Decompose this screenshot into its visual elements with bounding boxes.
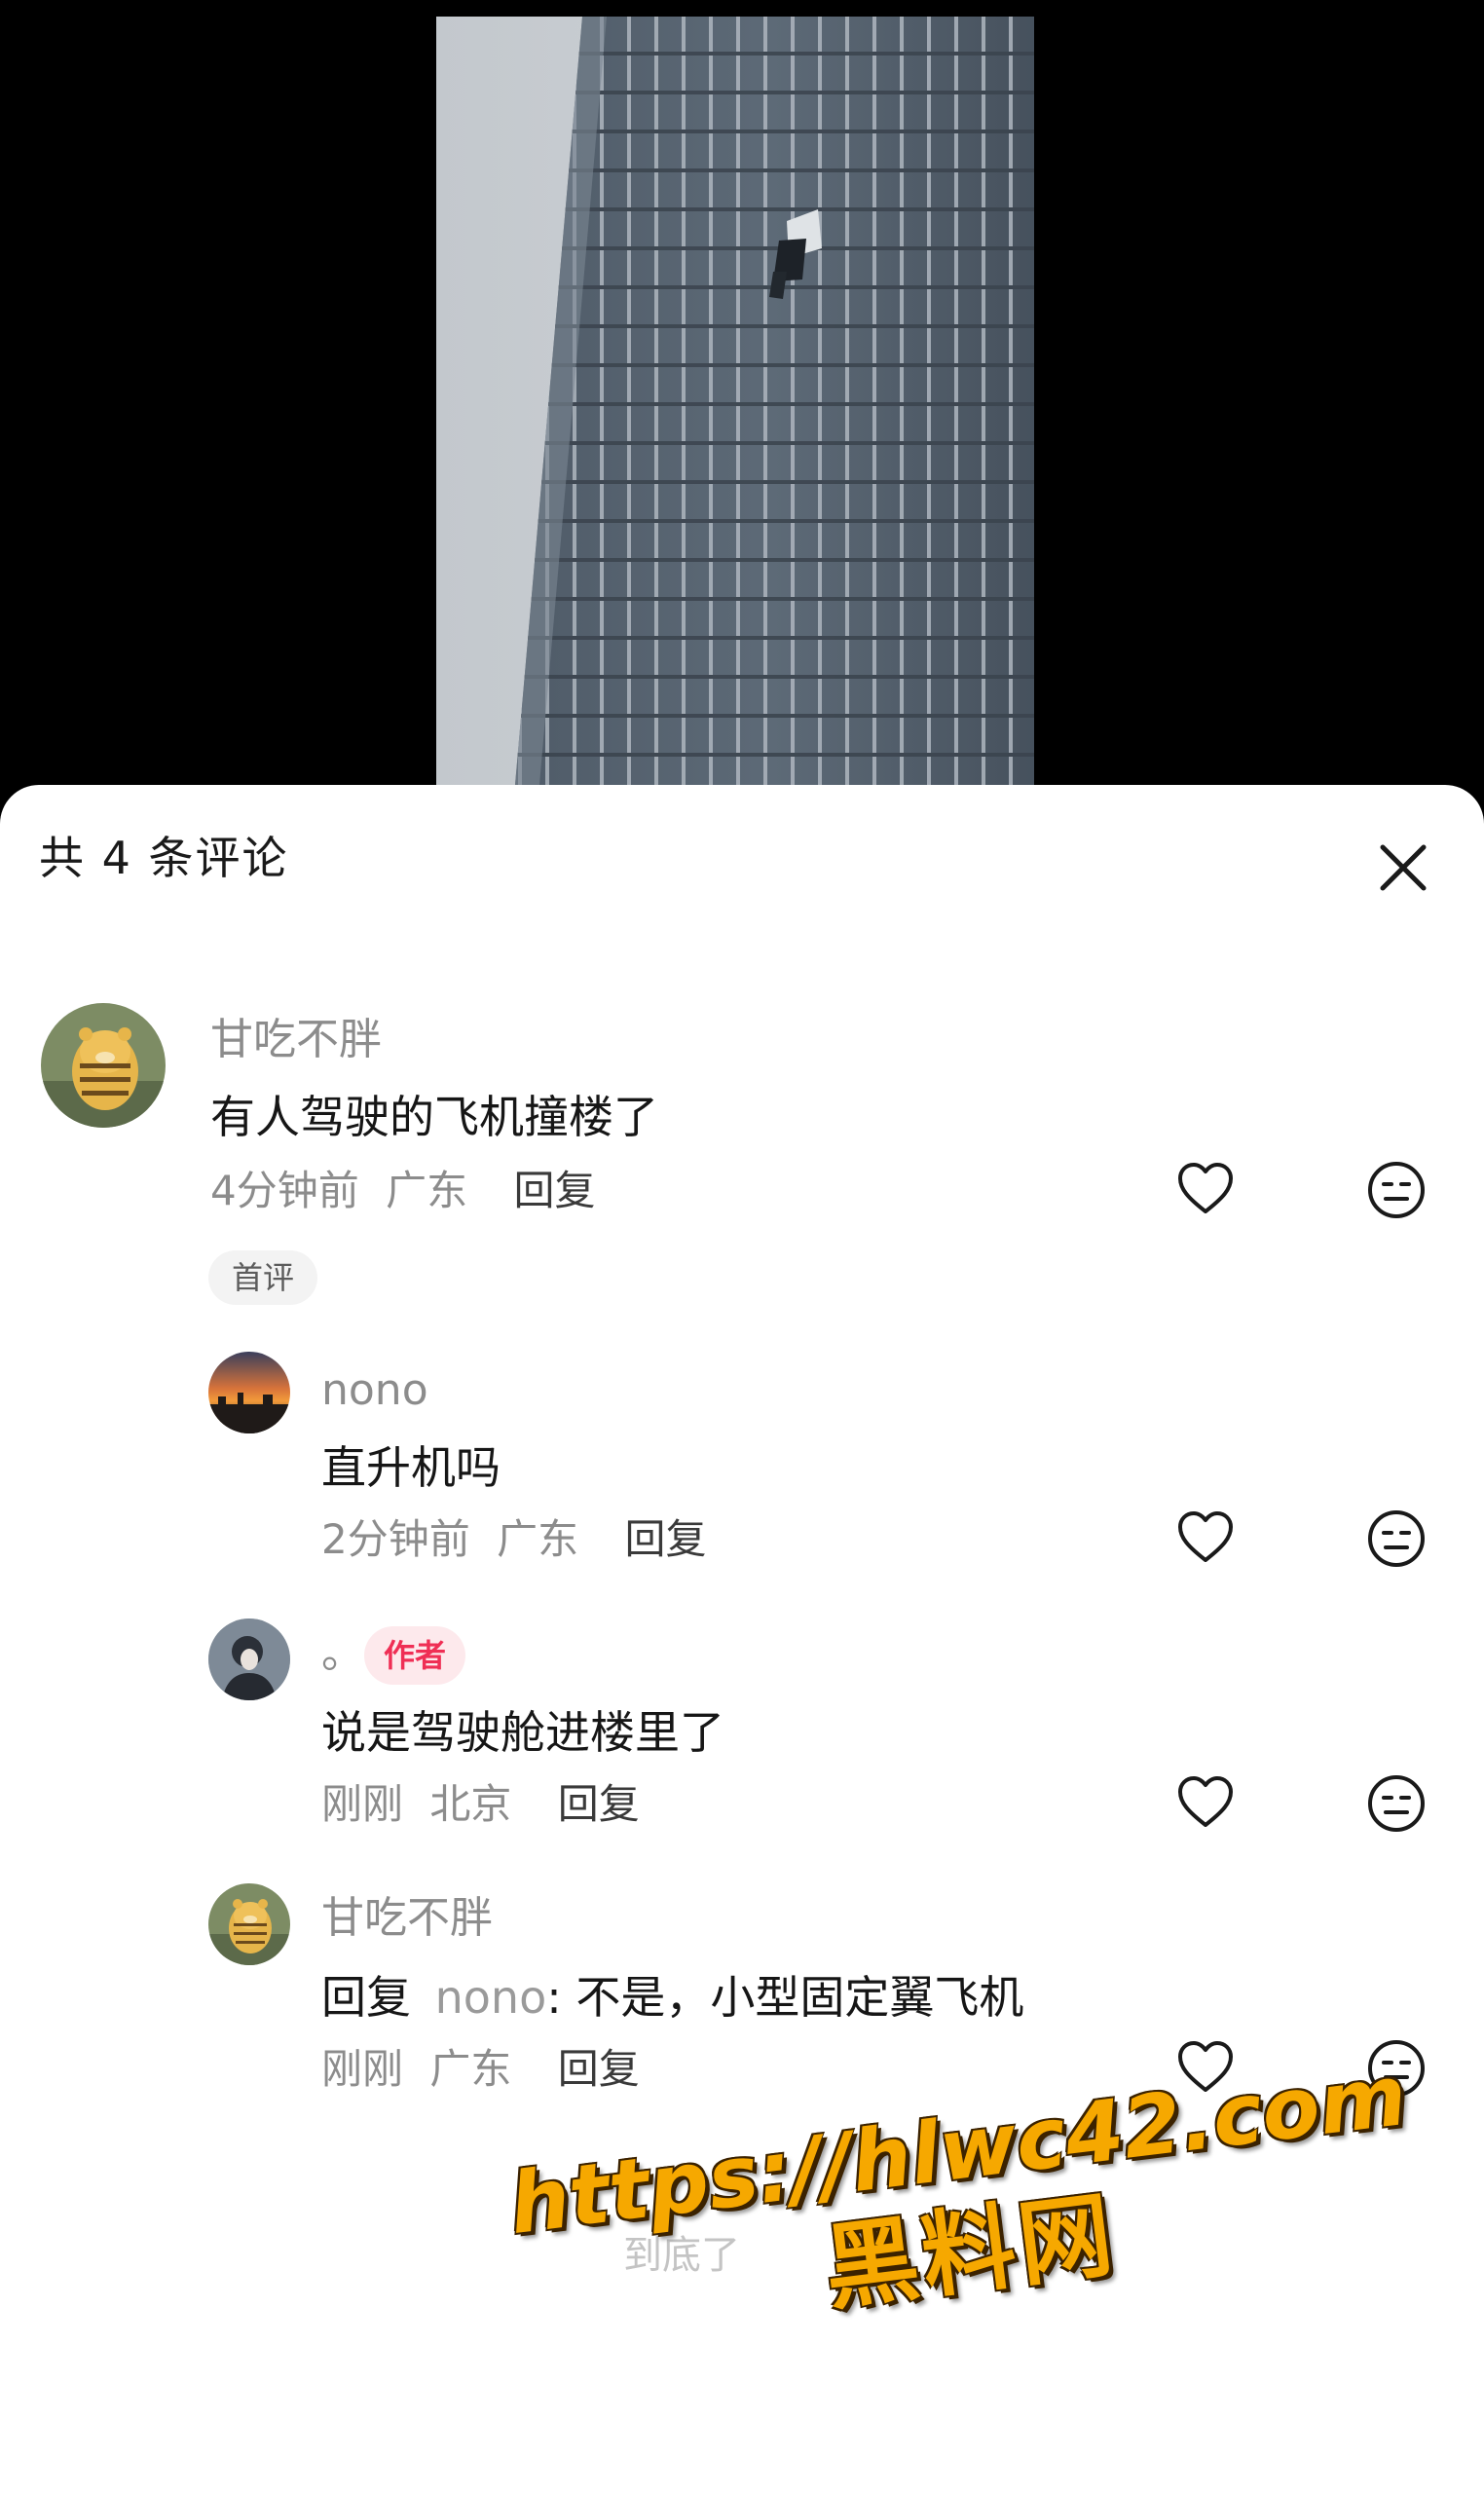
meh-face-icon — [1368, 1162, 1425, 1218]
close-button[interactable] — [1369, 834, 1437, 902]
tiger-plush-icon — [208, 1883, 290, 1965]
reply-button[interactable]: 回复 — [558, 2045, 640, 2093]
author-badge: 作者 — [364, 1626, 466, 1685]
reply-prefix: 回复 — [321, 1971, 411, 2024]
avatar[interactable] — [41, 1003, 166, 1128]
comment-sheet: 共 4 条评论 甘吃不胖 有人驾驶的飞机撞楼了 4分钟前 广东 回复 首评 no… — [0, 785, 1484, 2493]
comment-text-row: 回复 nono: 不是，小型固定翼飞机 — [321, 1975, 1023, 2020]
tiger-plush-icon — [41, 1003, 166, 1128]
dislike-button[interactable] — [1365, 2037, 1428, 2100]
like-button[interactable] — [1174, 2037, 1237, 2100]
meh-face-icon — [1368, 1510, 1425, 1567]
heart-icon — [1178, 1776, 1233, 1827]
avatar[interactable] — [208, 1619, 290, 1700]
comment-time: 刚刚 — [321, 2045, 404, 2093]
comment-meta: 4分钟前 广东 回复 — [210, 1171, 595, 1211]
comment-count-title: 共 4 条评论 — [39, 832, 289, 884]
comment-location: 广东 — [386, 1167, 468, 1214]
meh-face-icon — [1368, 2040, 1425, 2097]
heart-icon — [1178, 1163, 1233, 1213]
avatar[interactable] — [208, 1883, 290, 1965]
comment-location: 广东 — [497, 1515, 579, 1563]
dislike-button[interactable] — [1365, 1159, 1428, 1221]
dislike-button[interactable] — [1365, 1507, 1428, 1570]
comment-text: 直升机吗 — [321, 1441, 501, 1494]
end-of-list-hint: 到底了 — [623, 2233, 740, 2278]
comment-text: 有人驾驶的飞机撞楼了 — [210, 1091, 658, 1143]
reply-button[interactable]: 回复 — [624, 1515, 706, 1563]
first-comment-badge: 首评 — [208, 1250, 318, 1305]
comment-meta: 刚刚 广东 回复 — [321, 2049, 640, 2090]
screen: 共 4 条评论 甘吃不胖 有人驾驶的飞机撞楼了 4分钟前 广东 回复 首评 no… — [0, 0, 1484, 2493]
like-button[interactable] — [1174, 1159, 1237, 1221]
reply-button[interactable]: 回复 — [558, 1780, 640, 1828]
dislike-button[interactable] — [1365, 1772, 1428, 1835]
comment-meta: 2分钟前 广东 回复 — [321, 1519, 706, 1560]
comment-location: 北京 — [429, 1780, 512, 1828]
close-icon — [1380, 844, 1427, 891]
comment-author[interactable]: 。 — [321, 1632, 364, 1675]
comment-text: 说是驾驶舱进楼里了 — [321, 1706, 724, 1759]
avatar[interactable] — [208, 1352, 290, 1433]
comment-author[interactable]: 甘吃不胖 — [321, 1897, 493, 1940]
reply-button[interactable]: 回复 — [513, 1167, 595, 1214]
comment-time: 2分钟前 — [321, 1515, 470, 1563]
heart-icon — [1178, 1511, 1233, 1562]
comment-location: 广东 — [429, 2045, 512, 2093]
like-button[interactable] — [1174, 1772, 1237, 1835]
comment-author[interactable]: nono — [321, 1369, 428, 1412]
comment-text: : 不是，小型固定翼飞机 — [546, 1971, 1024, 2024]
meh-face-icon — [1368, 1775, 1425, 1832]
heart-icon — [1178, 2041, 1233, 2092]
comment-meta: 刚刚 北京 回复 — [321, 1784, 640, 1825]
comment-time: 4分钟前 — [210, 1167, 359, 1214]
building-photo — [436, 17, 1034, 796]
like-button[interactable] — [1174, 1507, 1237, 1570]
reply-to-user[interactable]: nono — [435, 1971, 547, 2024]
comment-author[interactable]: 甘吃不胖 — [210, 1019, 382, 1061]
video-frame[interactable] — [436, 17, 1034, 796]
person-icon — [208, 1619, 290, 1700]
sunset-icon — [208, 1352, 290, 1433]
comment-time: 刚刚 — [321, 1780, 404, 1828]
